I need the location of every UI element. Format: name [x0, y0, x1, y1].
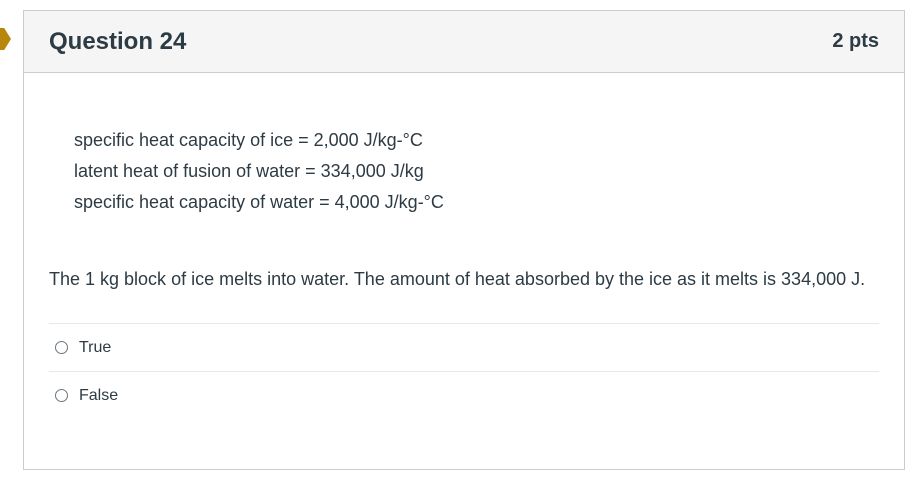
given-line-latent-heat: latent heat of fusion of water = 334,000… — [74, 161, 424, 181]
radio-button-false[interactable] — [55, 389, 68, 402]
question-card: Question 24 2 pts specific heat capacity… — [23, 10, 905, 470]
given-line-water-heat-capacity: specific heat capacity of water = 4,000 … — [74, 192, 444, 212]
answer-option-false[interactable]: False — [49, 372, 879, 419]
answer-label-false[interactable]: False — [79, 387, 118, 405]
given-line-ice-heat-capacity: specific heat capacity of ice = 2,000 J/… — [74, 130, 423, 150]
radio-button-true[interactable] — [55, 341, 68, 354]
given-values: specific heat capacity of ice = 2,000 J/… — [74, 125, 879, 218]
question-points: 2 pts — [832, 30, 879, 52]
question-flag-icon[interactable] — [0, 28, 11, 50]
answer-label-true[interactable]: True — [79, 339, 111, 357]
quiz-page: Question 24 2 pts specific heat capacity… — [0, 0, 922, 488]
question-text: The 1 kg block of ice melts into water. … — [49, 269, 866, 289]
answer-option-true[interactable]: True — [49, 324, 879, 372]
question-title: Question 24 — [49, 27, 187, 55]
question-body: specific heat capacity of ice = 2,000 J/… — [24, 125, 904, 419]
answer-list: True False — [49, 323, 879, 419]
question-header: Question 24 2 pts — [24, 11, 904, 73]
